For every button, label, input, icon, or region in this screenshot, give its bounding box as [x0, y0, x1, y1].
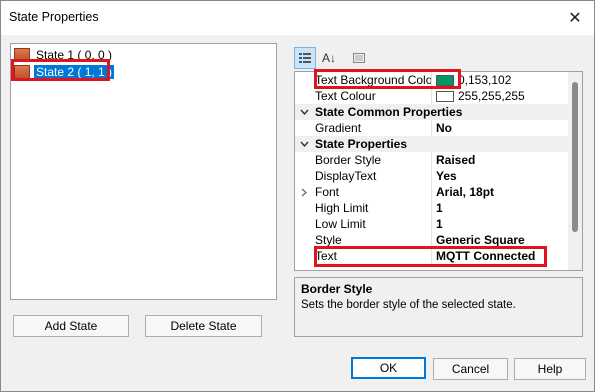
prop-name: High Limit: [315, 201, 369, 215]
prop-value[interactable]: Raised: [431, 152, 569, 168]
property-grid-toolbar: A↓: [294, 45, 584, 71]
cancel-button[interactable]: Cancel: [433, 358, 508, 380]
prop-name: DisplayText: [315, 169, 377, 183]
prop-value[interactable]: Arial, 18pt: [431, 184, 569, 200]
prop-name: Gradient: [315, 121, 362, 135]
prop-row-font[interactable]: Font Arial, 18pt: [295, 184, 569, 200]
prop-name: Text: [315, 249, 338, 263]
prop-row-displaytext[interactable]: DisplayText Yes: [295, 168, 569, 184]
categorized-icon[interactable]: [294, 47, 316, 69]
vertical-scrollbar[interactable]: [568, 72, 582, 270]
property-pages-icon[interactable]: [348, 47, 370, 69]
prop-name: Style: [315, 233, 342, 247]
prop-value[interactable]: 0,153,102: [431, 72, 569, 88]
collapse-chevron-icon[interactable]: [295, 136, 313, 152]
prop-row-gradient[interactable]: Gradient No: [295, 120, 569, 136]
prop-name: Text Background Colo: [315, 73, 431, 87]
category-name: State Common Properties: [315, 105, 463, 119]
prop-row-style[interactable]: Style Generic Square: [295, 232, 569, 248]
tree-item-state-2[interactable]: State 2 ( 1, 1 ): [14, 64, 115, 80]
tree-item-label: State 2 ( 1, 1 ): [34, 65, 115, 79]
prop-name: Font: [315, 185, 340, 199]
prop-row-high-limit[interactable]: High Limit 1: [295, 200, 569, 216]
prop-name: Low Limit: [315, 217, 366, 231]
category-state-properties[interactable]: State Properties: [295, 136, 569, 152]
color-swatch: [436, 74, 454, 86]
close-icon[interactable]: ✕: [556, 1, 594, 35]
prop-value[interactable]: Yes: [431, 168, 569, 184]
window-title: State Properties: [9, 10, 99, 24]
description-title: Border Style: [301, 282, 373, 296]
title-bar: State Properties ✕: [1, 1, 594, 35]
collapse-chevron-icon[interactable]: [295, 104, 313, 120]
alphabetical-icon[interactable]: A↓: [318, 47, 340, 69]
prop-row-text[interactable]: Text MQTT Connected: [295, 248, 569, 264]
category-name: State Properties: [315, 137, 408, 151]
add-state-button[interactable]: Add State: [13, 315, 129, 337]
color-swatch: [436, 90, 454, 102]
property-description-panel: Border Style Sets the border style of th…: [294, 277, 583, 337]
prop-row-low-limit[interactable]: Low Limit 1: [295, 216, 569, 232]
prop-row-text-colour[interactable]: Text Colour 255,255,255: [295, 88, 569, 104]
ok-button[interactable]: OK: [351, 357, 426, 379]
prop-value[interactable]: No: [431, 120, 569, 136]
prop-value[interactable]: MQTT Connected: [431, 248, 569, 264]
state-icon: [14, 65, 30, 79]
expand-chevron-icon[interactable]: [295, 184, 313, 200]
prop-name: Text Colour: [315, 89, 376, 103]
prop-value[interactable]: Generic Square: [431, 232, 569, 248]
category-state-common-properties[interactable]: State Common Properties: [295, 104, 569, 120]
state-icon: [14, 48, 30, 62]
state-properties-dialog: State Properties ✕ State 1 ( 0, 0 ) Stat…: [0, 0, 595, 392]
prop-value[interactable]: 1: [431, 200, 569, 216]
help-button[interactable]: Help: [514, 358, 586, 380]
prop-row-text-background-colour[interactable]: Text Background Colo 0,153,102: [295, 72, 569, 88]
delete-state-button[interactable]: Delete State: [145, 315, 262, 337]
state-tree[interactable]: State 1 ( 0, 0 ) State 2 ( 1, 1 ): [10, 43, 277, 300]
tree-item-state-1[interactable]: State 1 ( 0, 0 ): [14, 47, 114, 63]
description-text: Sets the border style of the selected st…: [301, 299, 516, 311]
property-grid[interactable]: Text Background Colo 0,153,102 Text Colo…: [294, 71, 583, 271]
prop-name: Border Style: [315, 153, 382, 167]
tree-item-label: State 1 ( 0, 0 ): [36, 48, 113, 62]
prop-row-border-style[interactable]: Border Style Raised: [295, 152, 569, 168]
scrollbar-thumb[interactable]: [572, 82, 578, 232]
prop-value[interactable]: 255,255,255: [431, 88, 569, 104]
prop-value[interactable]: 1: [431, 216, 569, 232]
